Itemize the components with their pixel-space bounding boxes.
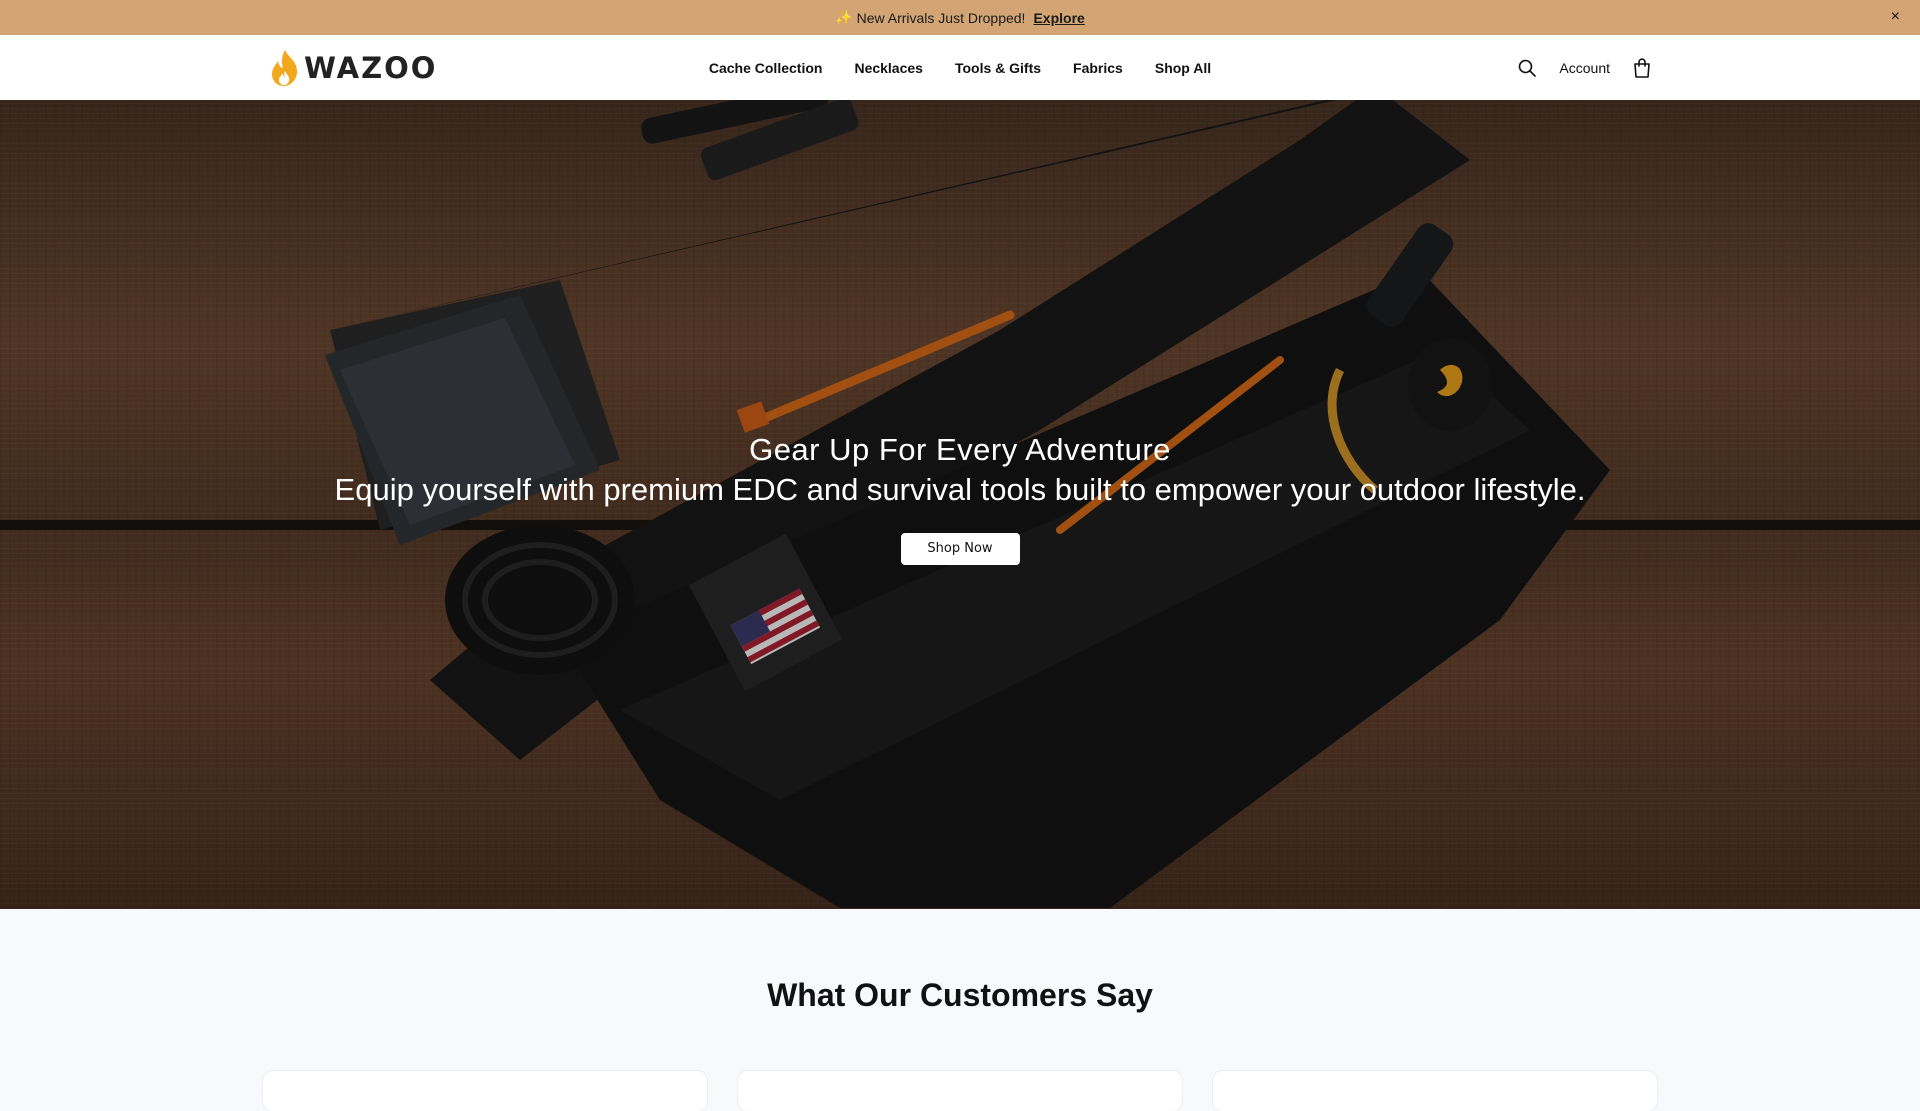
testimonial-card — [738, 1071, 1182, 1111]
announcement-text: New Arrivals Just Dropped! — [856, 9, 1026, 26]
nav-necklaces[interactable]: Necklaces — [854, 54, 923, 82]
hero-banner: Gear Up For Every Adventure Equip yourse… — [0, 100, 1920, 909]
flame-icon — [272, 50, 298, 86]
nav-shop-all[interactable]: Shop All — [1155, 54, 1211, 82]
logo[interactable]: WAZOO — [268, 49, 437, 87]
sparkle-icon: ✨ — [835, 9, 853, 25]
hero-content: Gear Up For Every Adventure Equip yourse… — [0, 430, 1920, 565]
account-link[interactable]: Account — [1559, 60, 1610, 76]
shop-now-button[interactable]: Shop Now — [900, 533, 1020, 565]
announcement-bar: ✨ New Arrivals Just Dropped! Explore × — [0, 0, 1920, 35]
testimonials-heading: What Our Customers Say — [767, 977, 1153, 1013]
close-icon[interactable]: × — [1891, 8, 1900, 26]
nav-fabrics[interactable]: Fabrics — [1073, 54, 1123, 82]
testimonial-card — [263, 1071, 707, 1111]
search-icon[interactable] — [1517, 58, 1537, 78]
testimonial-card — [1213, 1071, 1657, 1111]
header-actions: Account — [1517, 35, 1652, 100]
logo-wordmark: WAZOO — [304, 51, 438, 85]
testimonials-section: What Our Customers Say — [0, 909, 1920, 1111]
announcement-explore-link[interactable]: Explore — [1033, 10, 1084, 26]
nav-cache-collection[interactable]: Cache Collection — [709, 54, 823, 82]
bag-icon[interactable] — [1632, 57, 1652, 78]
nav-tools-gifts[interactable]: Tools & Gifts — [955, 54, 1041, 82]
hero-title: Gear Up For Every Adventure — [749, 432, 1171, 467]
site-header: WAZOO Cache Collection Necklaces Tools &… — [0, 35, 1920, 101]
hero-subtitle: Equip yourself with premium EDC and surv… — [334, 472, 1586, 507]
